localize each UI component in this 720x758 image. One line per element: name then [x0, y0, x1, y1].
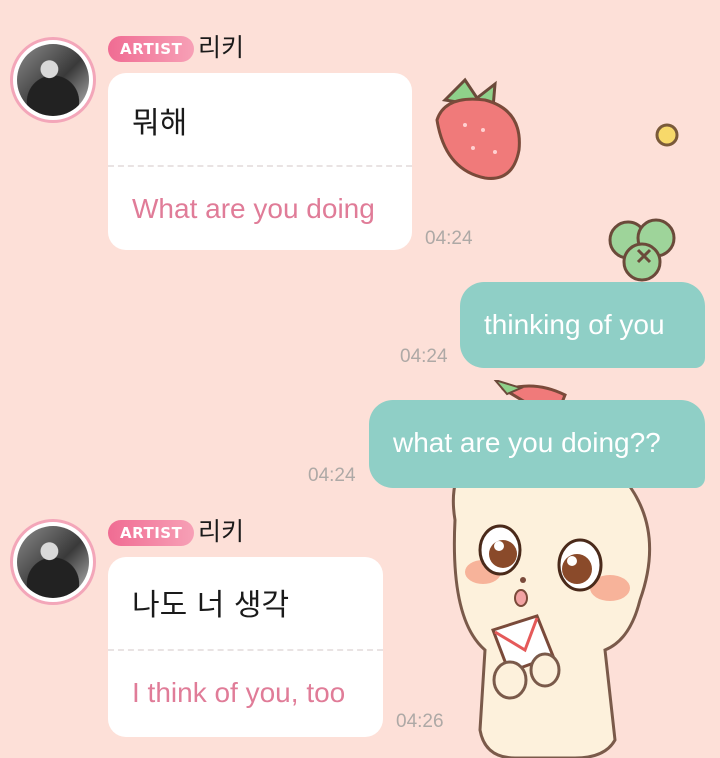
my-message-2: 04:24 what are you doing?? — [0, 390, 720, 500]
timestamp: 04:24 — [425, 228, 473, 249]
my-message-1: 04:24 thinking of you — [0, 270, 720, 380]
my-message-bubble[interactable]: thinking of you — [460, 282, 705, 368]
translation-text: I think of you, too — [132, 677, 346, 708]
artist-name: 리키 — [198, 517, 245, 546]
bubble-divider — [108, 165, 412, 167]
artist-badge: ARTIST — [108, 36, 195, 62]
artist-message-1: ARTIST 리키 뭐해 What are you doing 04:24 — [0, 0, 720, 260]
artist-message-bubble[interactable]: 뭐해 What are you doing — [108, 73, 412, 250]
original-text: 나도 너 생각 — [132, 588, 290, 623]
artist-avatar[interactable] — [10, 519, 96, 605]
artist-message-bubble[interactable]: 나도 너 생각 I think of you, too — [108, 557, 383, 737]
my-message-bubble[interactable]: what are you doing?? — [369, 400, 705, 488]
artist-avatar[interactable] — [10, 37, 96, 123]
original-text: 뭐해 — [132, 106, 188, 141]
artist-badge: ARTIST — [108, 520, 195, 546]
bubble-divider — [108, 649, 383, 651]
translation-text: What are you doing — [132, 193, 375, 224]
timestamp: 04:24 — [400, 346, 448, 367]
artist-name: 리키 — [198, 33, 245, 62]
timestamp: 04:24 — [308, 465, 356, 486]
artist-message-2: ARTIST 리키 나도 너 생각 I think of you, too 04… — [0, 505, 720, 758]
avatar-photo — [17, 44, 89, 116]
avatar-photo — [17, 526, 89, 598]
timestamp: 04:26 — [396, 711, 444, 732]
